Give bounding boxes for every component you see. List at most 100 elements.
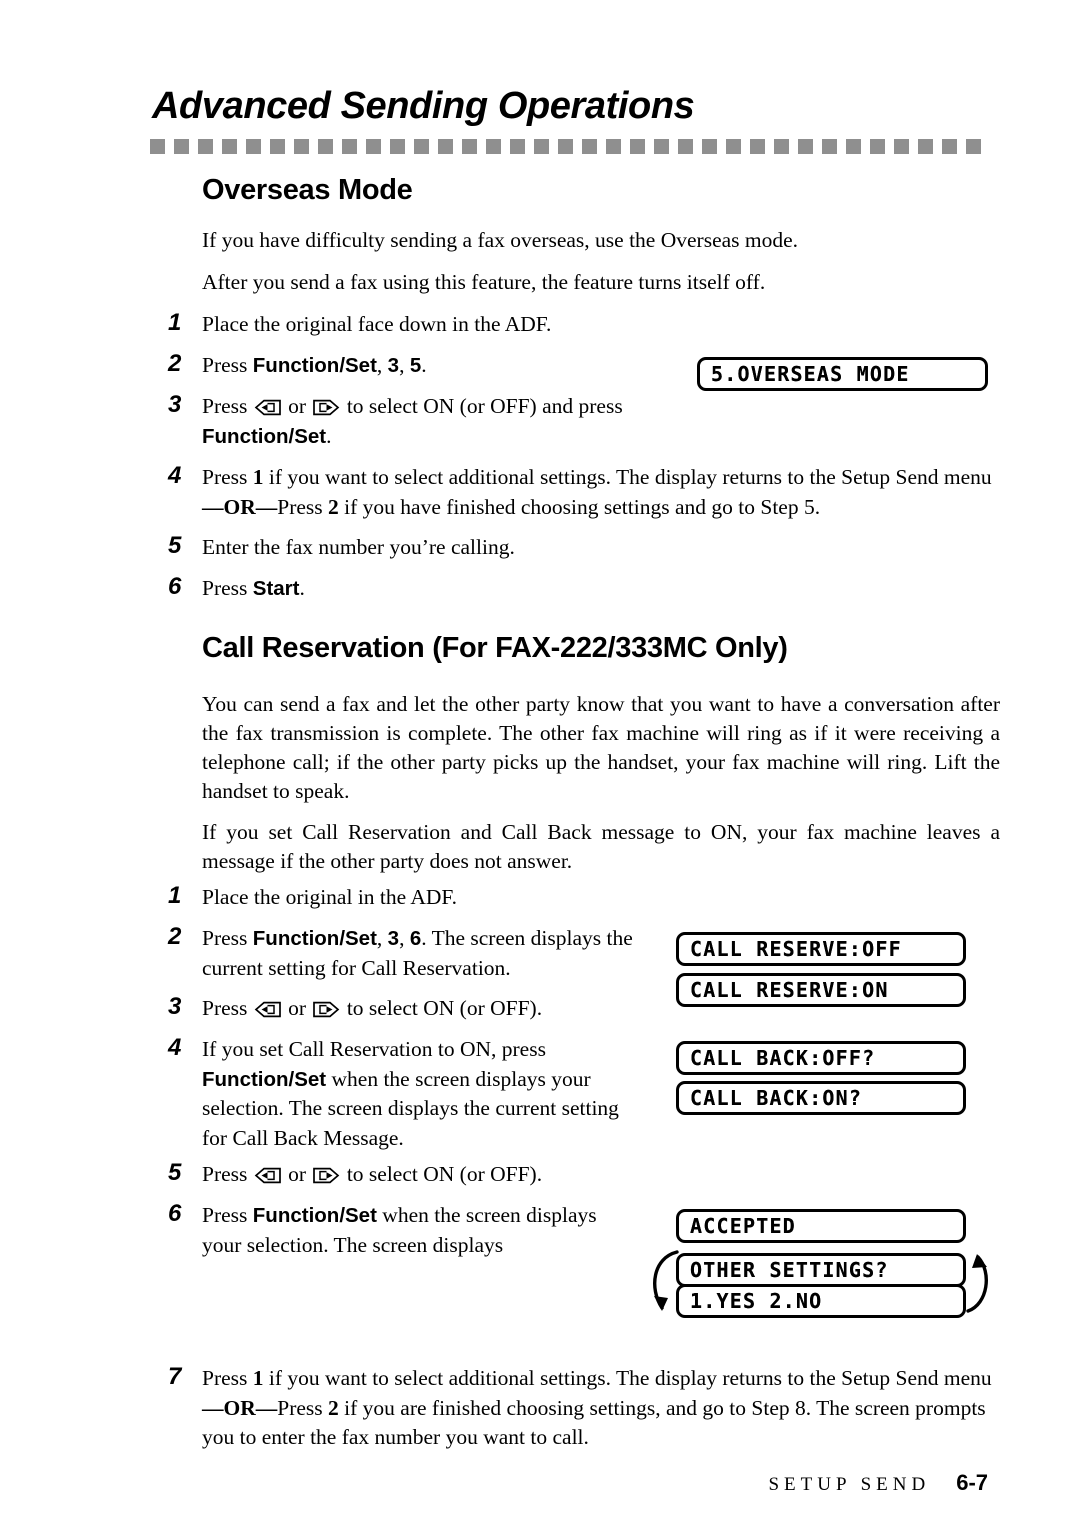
dot-rule-square: [198, 139, 213, 154]
lcd-display-other-settings: OTHER SETTINGS?: [676, 1253, 966, 1287]
lcd-text: CALL BACK:OFF?: [690, 1046, 876, 1070]
dot-rule-square: [702, 139, 717, 154]
right-arrow-key-icon: [311, 1001, 341, 1018]
step-text: Press Function/Set, 3, 6. The screen dis…: [202, 924, 646, 983]
dot-rule-square: [630, 139, 645, 154]
step-number: 5: [168, 532, 182, 559]
cycle-arrow-left-icon: [645, 1246, 681, 1326]
key-label-1: 1: [252, 465, 264, 489]
overseas-step-5: 5 Enter the fax number you’re calling.: [168, 532, 868, 563]
step-text-post: .: [299, 576, 305, 600]
decorative-dot-rule: [150, 139, 988, 155]
dot-rule-square: [342, 139, 357, 154]
dot-rule-square: [654, 139, 669, 154]
step-text: Enter the fax number you’re calling.: [202, 535, 515, 559]
callres-step-1: 1 Place the original in the ADF.: [168, 882, 648, 913]
step-number: 2: [168, 350, 182, 377]
overseas-intro-paragraph-2: After you send a fax using this feature,…: [202, 270, 766, 294]
dot-rule-square: [390, 139, 405, 154]
dot-rule-square: [726, 139, 741, 154]
step-text-pre: Press: [202, 996, 253, 1020]
step-number: 1: [168, 882, 182, 909]
callres-step-7: 7 Press 1 if you want to select addition…: [168, 1363, 1000, 1453]
footer-page-number: 6-7: [956, 1470, 988, 1495]
key-label-3: 3: [387, 927, 400, 950]
lcd-text: CALL BACK:ON?: [690, 1086, 863, 1110]
dot-rule-square: [798, 139, 813, 154]
dot-rule-square: [942, 139, 957, 154]
step-text-post: to select ON (or OFF).: [341, 996, 543, 1020]
dot-rule-square: [486, 139, 501, 154]
dot-rule-square: [894, 139, 909, 154]
step-number: 4: [168, 1034, 182, 1061]
key-label-2: 2: [328, 494, 339, 519]
lcd-display-call-back-off: CALL BACK:OFF?: [676, 1041, 966, 1075]
dot-rule-square: [150, 139, 165, 154]
step-text: Press 1 if you want to select additional…: [202, 1364, 1000, 1453]
step-text: Place the original face down in the ADF.: [202, 312, 552, 336]
step-text: Press or to select ON (or OFF).: [202, 1160, 648, 1190]
callres-step-5: 5 Press or to select ON (or OFF).: [168, 1159, 648, 1190]
key-label-function-set: Function/Set: [202, 424, 327, 448]
step-text-post: to select ON (or OFF) and press: [341, 394, 623, 418]
conjunction-or: or: [282, 996, 312, 1020]
step-text-post: .: [421, 353, 427, 377]
step-text-mid: if you want to select additional setting…: [263, 1366, 992, 1390]
dot-rule-square: [534, 139, 549, 154]
key-label-start: Start: [252, 577, 300, 600]
callres-intro-paragraph-1: You can send a fax and let the other par…: [202, 692, 1000, 803]
step-text: Place the original in the ADF.: [202, 885, 458, 909]
or-separator: —OR—: [202, 494, 278, 519]
dot-rule-square: [918, 139, 933, 154]
overseas-intro-paragraph-1: If you have difficulty sending a fax ove…: [202, 228, 799, 252]
sep: ,: [376, 353, 388, 377]
step-text-pre: Press: [202, 576, 253, 600]
key-label-function-set: Function/Set: [252, 927, 377, 950]
key-label-6: 6: [409, 927, 422, 950]
lcd-display-call-reserve-on: CALL RESERVE:ON: [676, 973, 966, 1007]
section-heading-overseas-mode: Overseas Mode: [202, 174, 413, 206]
dot-rule-square: [510, 139, 525, 154]
dot-rule-square: [294, 139, 309, 154]
step-text-pre: Press: [202, 926, 253, 950]
dot-rule-square: [438, 139, 453, 154]
dot-rule-square: [750, 139, 765, 154]
step-text-pre: Press: [202, 353, 253, 377]
lcd-display-overseas-mode: 5.OVERSEAS MODE: [697, 357, 988, 391]
conjunction-or: or: [282, 1162, 312, 1186]
dot-rule-square: [678, 139, 693, 154]
dot-rule-square: [966, 139, 981, 154]
page-title: Advanced Sending Operations: [152, 85, 695, 127]
step-number: 2: [168, 923, 182, 950]
or-separator: —OR—: [202, 1395, 278, 1420]
callres-step-3: 3 Press or to select ON (or OFF).: [168, 993, 648, 1024]
dot-rule-square: [366, 139, 381, 154]
callres-step-4: 4 If you set Call Reservation to ON, pre…: [168, 1034, 630, 1153]
overseas-step-1: 1 Place the original face down in the AD…: [168, 309, 868, 340]
step-text-pre: Press: [202, 1203, 253, 1227]
press-word: Press: [277, 494, 329, 519]
dot-rule-square: [606, 139, 621, 154]
lcd-text: CALL RESERVE:OFF: [690, 937, 902, 961]
dot-rule-square: [246, 139, 261, 154]
dot-rule-square: [414, 139, 429, 154]
key-label-function-set: Function/Set: [252, 354, 377, 377]
lcd-text: 1.YES 2.NO: [690, 1289, 823, 1313]
key-label-5: 5: [409, 354, 422, 377]
dot-rule-square: [846, 139, 861, 154]
step-text: Press 1 if you want to select additional…: [202, 463, 1000, 522]
key-label-1: 1: [252, 1366, 264, 1390]
step-text: Press or to select ON (or OFF) and press…: [202, 392, 868, 451]
step-text: If you set Call Reservation to ON, press…: [202, 1035, 630, 1153]
overseas-step-3: 3 Press or to select ON (or OFF) and pre…: [168, 391, 868, 451]
key-label-function-set: Function/Set: [202, 1067, 327, 1091]
right-arrow-key-icon: [311, 1167, 341, 1184]
step-text: Press Function/Set when the screen displ…: [202, 1201, 638, 1260]
key-label-3: 3: [387, 354, 400, 377]
sep: ,: [399, 926, 410, 950]
left-arrow-key-icon: [253, 1001, 283, 1018]
lcd-display-accepted: ACCEPTED: [676, 1209, 966, 1243]
step-number: 3: [168, 391, 182, 418]
callres-intro-paragraph-2: If you set Call Reservation and Call Bac…: [202, 820, 1000, 873]
lcd-display-yes-no: 1.YES 2.NO: [676, 1284, 966, 1318]
